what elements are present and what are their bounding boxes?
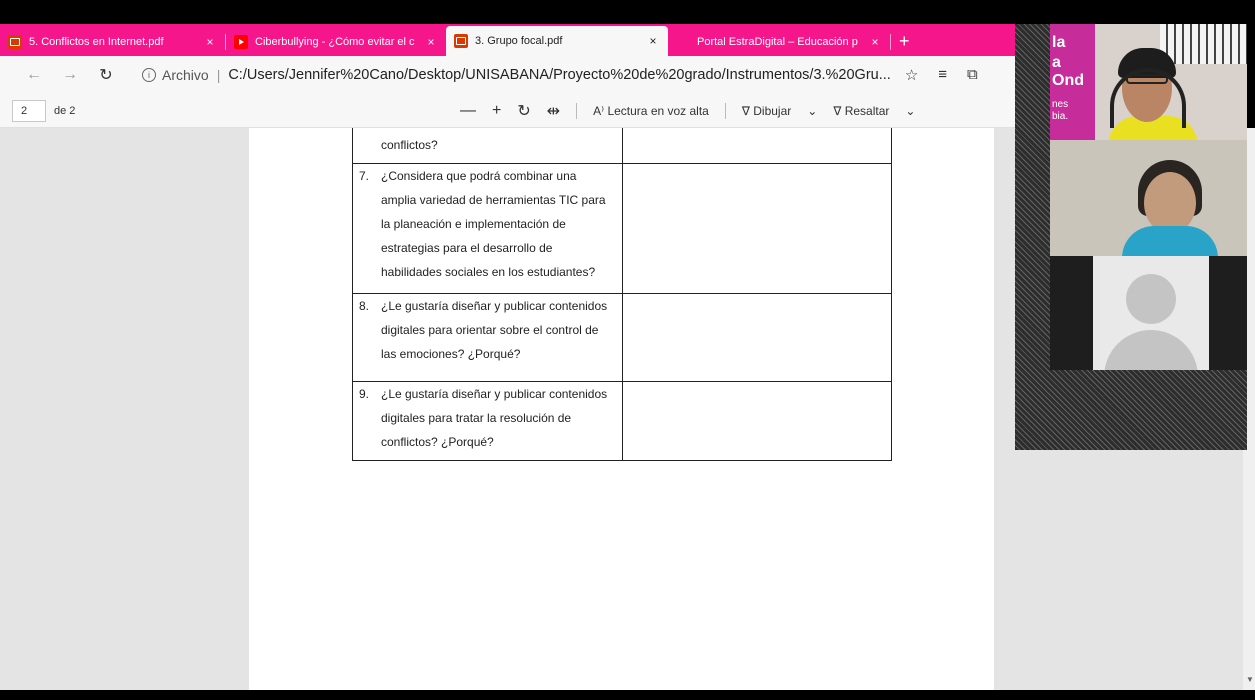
highlight-chevron-down-icon[interactable]: ⌄	[905, 104, 915, 118]
headset	[1110, 68, 1186, 128]
fit-page-icon[interactable]: ⇹	[547, 101, 560, 121]
address-separator: |	[216, 67, 221, 83]
pdf-page: estrategias en pro de la resolución de c…	[249, 128, 994, 690]
pdf-tools: — + ↻ ⇹ A⁾ Lectura en voz alta ∇ Dibujar…	[460, 94, 915, 128]
youtube-icon	[234, 35, 248, 49]
question-cell: 7. ¿Considera que podrá combinar una ampl…	[352, 163, 623, 294]
draw-button[interactable]: ∇ Dibujar	[742, 104, 791, 118]
participant-body	[1122, 226, 1218, 256]
rotate-icon[interactable]: ↻	[517, 101, 530, 121]
table-row: estrategias en pro de la resolución de c…	[352, 128, 893, 164]
question-text: ¿Le gustaría diseñar y publicar contenid…	[381, 299, 608, 361]
read-aloud-icon: A⁾	[593, 104, 608, 118]
participant-video-3[interactable]	[1050, 256, 1247, 370]
answer-cell	[621, 381, 893, 461]
participant-head	[1144, 172, 1196, 234]
new-tab-button[interactable]: +	[891, 31, 918, 56]
answer-cell	[621, 128, 893, 164]
question-number: 8.	[359, 299, 370, 313]
participant-video-2[interactable]	[1050, 140, 1247, 256]
banner-text: la	[1052, 34, 1066, 51]
banner-text: nes	[1052, 99, 1069, 110]
collections-icon[interactable]: ⧉	[967, 66, 978, 84]
pdf-icon	[454, 34, 468, 48]
highlight-icon: ∇	[833, 104, 845, 118]
info-icon[interactable]: i	[142, 68, 156, 82]
question-cell: estrategias en pro de la resolución de c…	[352, 128, 623, 164]
address-bar: ← → ↻ i Archivo | C:/Users/Jennifer%20Ca…	[0, 56, 1050, 94]
banner-text: a Ond	[1052, 54, 1084, 89]
zoom-out-button[interactable]: —	[460, 102, 476, 120]
table-row: 8. ¿Le gustaría diseñar y publicar conten…	[352, 293, 893, 382]
tab-title: Portal EstraDigital – Educación p	[697, 36, 858, 48]
question-number: 9.	[359, 387, 370, 401]
question-number: 7.	[359, 169, 370, 183]
favorites-icon[interactable]: ≡	[938, 66, 947, 84]
pdf-toolbar: 2 de 2 — + ↻ ⇹ A⁾ Lectura en voz alta ∇ …	[0, 94, 1015, 128]
highlight-label: Resaltar	[844, 104, 890, 118]
tab-grupo-focal-pdf[interactable]: 3. Grupo focal.pdf ×	[446, 26, 668, 56]
star-icon[interactable]: ☆	[905, 66, 918, 84]
question-text: ¿Considera que podrá combinar una amplia…	[381, 169, 606, 279]
answer-cell	[621, 293, 893, 382]
draw-chevron-down-icon[interactable]: ⌄	[807, 104, 817, 118]
answer-cell	[621, 163, 893, 294]
close-icon[interactable]: ×	[203, 35, 217, 49]
bookshelf-background	[1160, 24, 1247, 64]
page-number-input[interactable]: 2	[12, 99, 46, 122]
pdf-icon	[8, 35, 22, 49]
forward-arrow-icon[interactable]: →	[56, 66, 84, 84]
zoom-in-button[interactable]: +	[492, 102, 501, 120]
tab-title: Ciberbullying - ¿Cómo evitar el c	[255, 36, 415, 48]
highlight-button[interactable]: ∇ Resaltar	[833, 104, 889, 118]
table-row: 9. ¿Le gustaría diseñar y publicar conten…	[352, 381, 893, 461]
tab-ciberbullying[interactable]: Ciberbullying - ¿Cómo evitar el c ×	[226, 28, 446, 56]
question-cell: 8. ¿Le gustaría diseñar y publicar conten…	[352, 293, 623, 382]
toolbar-divider	[576, 103, 578, 119]
tab-title: 5. Conflictos en Internet.pdf	[29, 36, 164, 48]
read-aloud-button[interactable]: A⁾ Lectura en voz alta	[593, 104, 709, 118]
toolbar-divider	[724, 103, 726, 119]
participant-video-1[interactable]: la a Ond nes bia.	[1050, 24, 1247, 140]
question-text: ¿Le gustaría diseñar y publicar contenid…	[381, 387, 608, 449]
question-cell: 9. ¿Le gustaría diseñar y publicar conten…	[352, 381, 623, 461]
scroll-down-icon[interactable]: ▼	[1246, 675, 1254, 684]
reload-icon[interactable]: ↻	[92, 65, 120, 85]
site-info-label[interactable]: Archivo	[162, 67, 209, 83]
avatar	[1126, 274, 1176, 324]
draw-icon: ∇	[741, 104, 754, 118]
table-row: 7. ¿Considera que podrá combinar una ampl…	[352, 163, 893, 294]
questions-table: estrategias en pro de la resolución de c…	[352, 128, 893, 461]
back-arrow-icon[interactable]: ←	[20, 66, 48, 84]
tab-conflictos-pdf[interactable]: 5. Conflictos en Internet.pdf ×	[0, 28, 225, 56]
portal-icon	[676, 35, 690, 49]
browser-tab-bar: 5. Conflictos en Internet.pdf × Ciberbul…	[0, 24, 1050, 56]
page-total-label: de 2	[54, 104, 76, 117]
question-text: estrategias en pro de la resolución de c…	[381, 138, 438, 152]
close-icon[interactable]: ×	[424, 35, 438, 49]
close-icon[interactable]: ×	[868, 35, 882, 49]
tab-portal-estradigital[interactable]: Portal EstraDigital – Educación p ×	[668, 28, 890, 56]
draw-label: Dibujar	[753, 104, 792, 118]
close-icon[interactable]: ×	[646, 34, 660, 48]
tab-title: 3. Grupo focal.pdf	[475, 35, 563, 47]
url-input[interactable]: C:/Users/Jennifer%20Cano/Desktop/UNISABA…	[228, 67, 891, 83]
background-banner: la a Ond nes bia.	[1050, 24, 1095, 140]
read-aloud-label: Lectura en voz alta	[607, 104, 709, 118]
video-call-overlay: la a Ond nes bia.	[1015, 24, 1247, 450]
banner-text: bia.	[1052, 111, 1069, 122]
